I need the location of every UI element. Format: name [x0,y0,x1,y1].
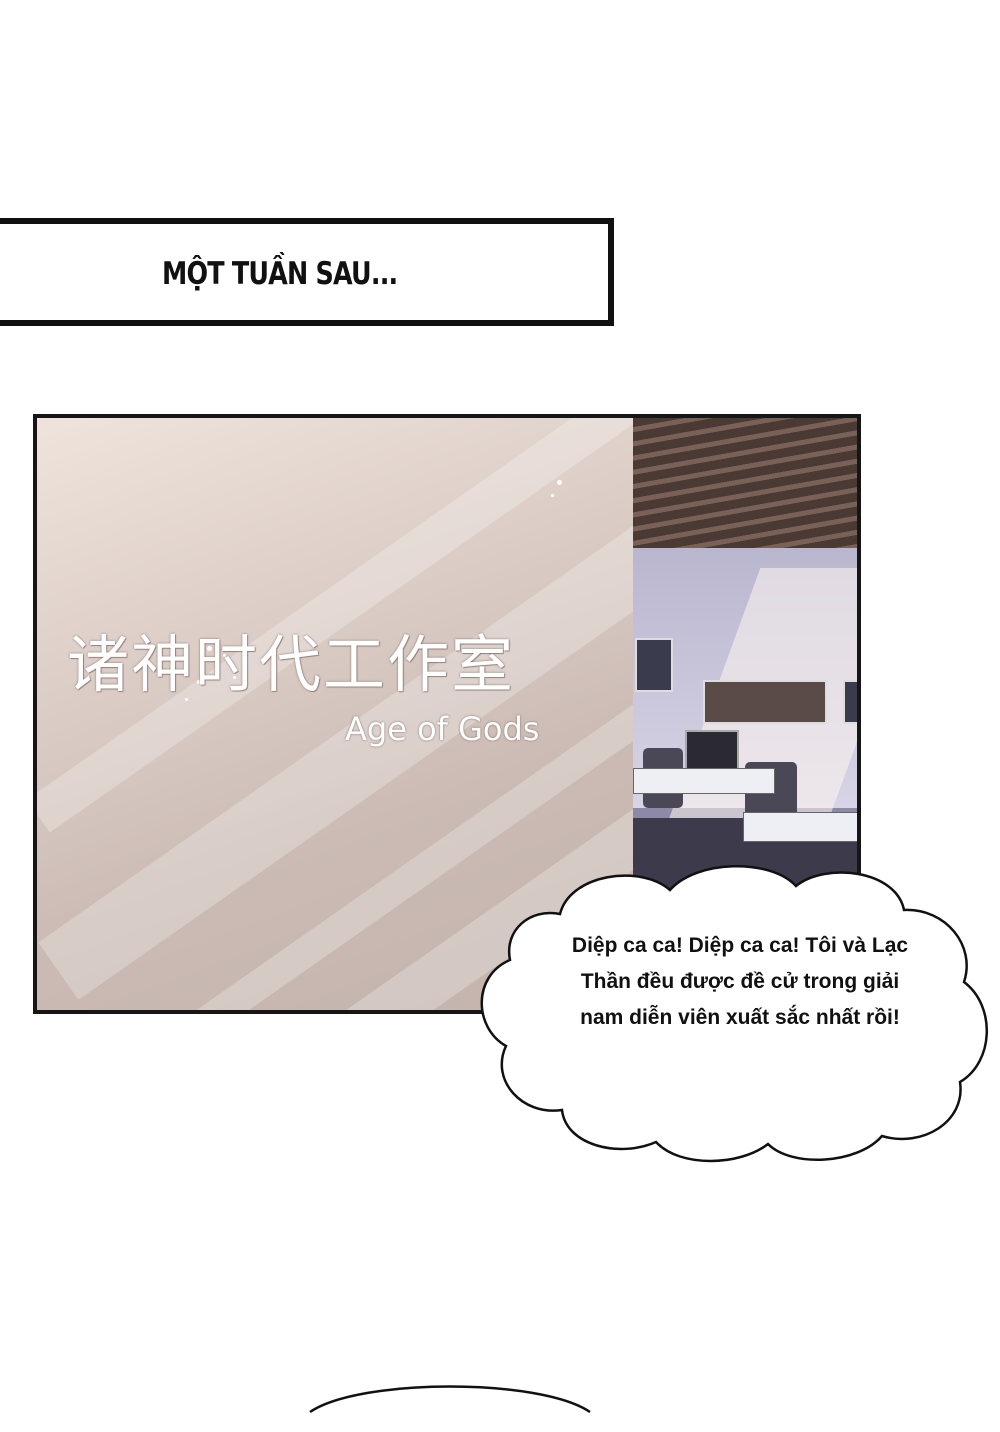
office-desk-2 [743,812,857,842]
wall-picture [635,638,673,692]
slatted-ceiling [633,418,857,558]
speech-bubble-text: Diệp ca ca! Diệp ca ca! Tôi và Lạc Thần … [571,934,909,1029]
office-desk [633,768,775,794]
next-speech-bubble-edge [309,1385,591,1414]
wall-shelf [703,680,827,724]
studio-logo-chinese: 诸神时代工作室 [67,628,516,701]
studio-logo-english: Age of Gods [345,710,540,748]
caption-text: MỘT TUẦN SAU... [162,256,398,292]
wall-picture-right [843,680,857,724]
